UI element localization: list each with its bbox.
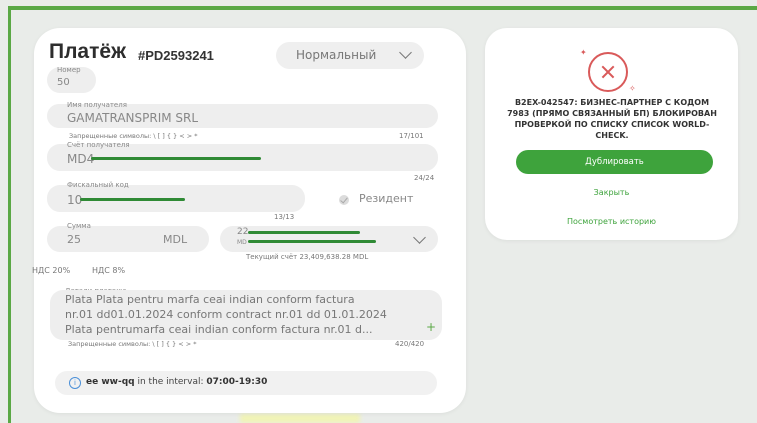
view-history-link[interactable]: Посмотреть историю [485,217,738,226]
recipient-label: Имя получателя [67,101,127,109]
amount-label: Сумма [67,222,91,230]
resize-handle-icon[interactable]: + [426,320,436,334]
frame-border-left [8,6,11,423]
recipient-name-field[interactable]: Имя получателя GAMATRANSPRIM SRL [47,101,438,128]
fiscal-label: Фискальный код [67,181,129,189]
error-icon [588,52,628,92]
priority-select[interactable]: Нормальный [276,42,424,69]
error-panel: ✦ ✧ B2EX-042547: БИЗНЕС-ПАРТНЕР С КОДОМ … [485,28,738,240]
details-hint: Запрещенные символы: \ [ ] { } < > * [68,340,197,348]
recipient-value: GAMATRANSPRIM SRL [67,111,199,125]
payment-card: Платёж #PD2593241 Нормальный Номер 50 Им… [32,28,466,413]
source-account-redaction-2 [248,240,376,243]
number-value: 50 [57,77,70,88]
account-redaction [91,157,261,160]
error-message: B2EX-042547: БИЗНЕС-ПАРТНЕР С КОДОМ 7983… [507,98,717,140]
number-field[interactable]: Номер 50 [47,66,96,93]
chevron-down-icon [413,231,426,244]
amount-currency: MDL [163,233,188,246]
source-account-redaction-1 [248,231,360,234]
priority-value: Нормальный [296,48,377,62]
duplicate-button[interactable]: Дублировать [516,150,713,174]
page-title: Платёж [49,40,126,63]
fiscal-code-field[interactable]: Фискальный код 10 [47,181,305,212]
vat-20-option[interactable]: НДС 20% [32,266,70,275]
recipient-account-field[interactable]: Счёт получателя MD4 [47,141,438,171]
payment-id: #PD2593241 [138,48,214,63]
notice-text: ee ww-qq in the interval: 07:00-19:30 [86,377,268,387]
source-account-sub: MD [237,239,247,246]
details-line-1: Plata Plata pentru marfa ceai indian con… [65,293,355,306]
source-account-value: 22 [237,227,249,237]
recipient-count: 17/101 [399,132,424,140]
fiscal-count: 13/13 [274,213,295,221]
info-icon: i [69,377,81,389]
payment-details-field[interactable]: Plata Plata pentru marfa ceai indian con… [50,290,442,340]
vat-8-option[interactable]: НДС 8% [92,266,125,275]
resident-label: Резидент [359,192,414,205]
account-label: Счёт получателя [67,141,130,149]
sparkle-icon: ✧ [629,84,636,93]
details-count: 420/420 [395,340,425,348]
resident-checkbox[interactable] [339,195,349,205]
amount-value: 25 [67,233,81,246]
recipient-hint: Запрещенные символы: \ [ ] { } < > * [69,132,198,140]
number-label: Номер [57,66,81,74]
current-balance: Текущий счёт 23,409,638.28 MDL [246,253,369,261]
source-account-select[interactable]: 22 MD [220,226,438,252]
sparkle-icon: ✦ [580,48,587,57]
details-line-2: nr.01 dd01.01.2024 conform contract nr.0… [65,308,387,321]
chevron-down-icon [399,46,412,59]
close-link[interactable]: Закрыть [485,188,738,197]
fiscal-redaction [80,198,185,201]
amount-field[interactable]: Сумма 25 MDL [47,222,209,252]
interval-notice: i ee ww-qq in the interval: 07:00-19:30 [55,371,437,395]
details-line-3: Plata pentrumarfa ceai indian conform fa… [65,323,373,336]
frame-border-top [8,6,757,10]
account-count: 24/24 [414,174,435,182]
bottom-highlight [240,414,360,423]
